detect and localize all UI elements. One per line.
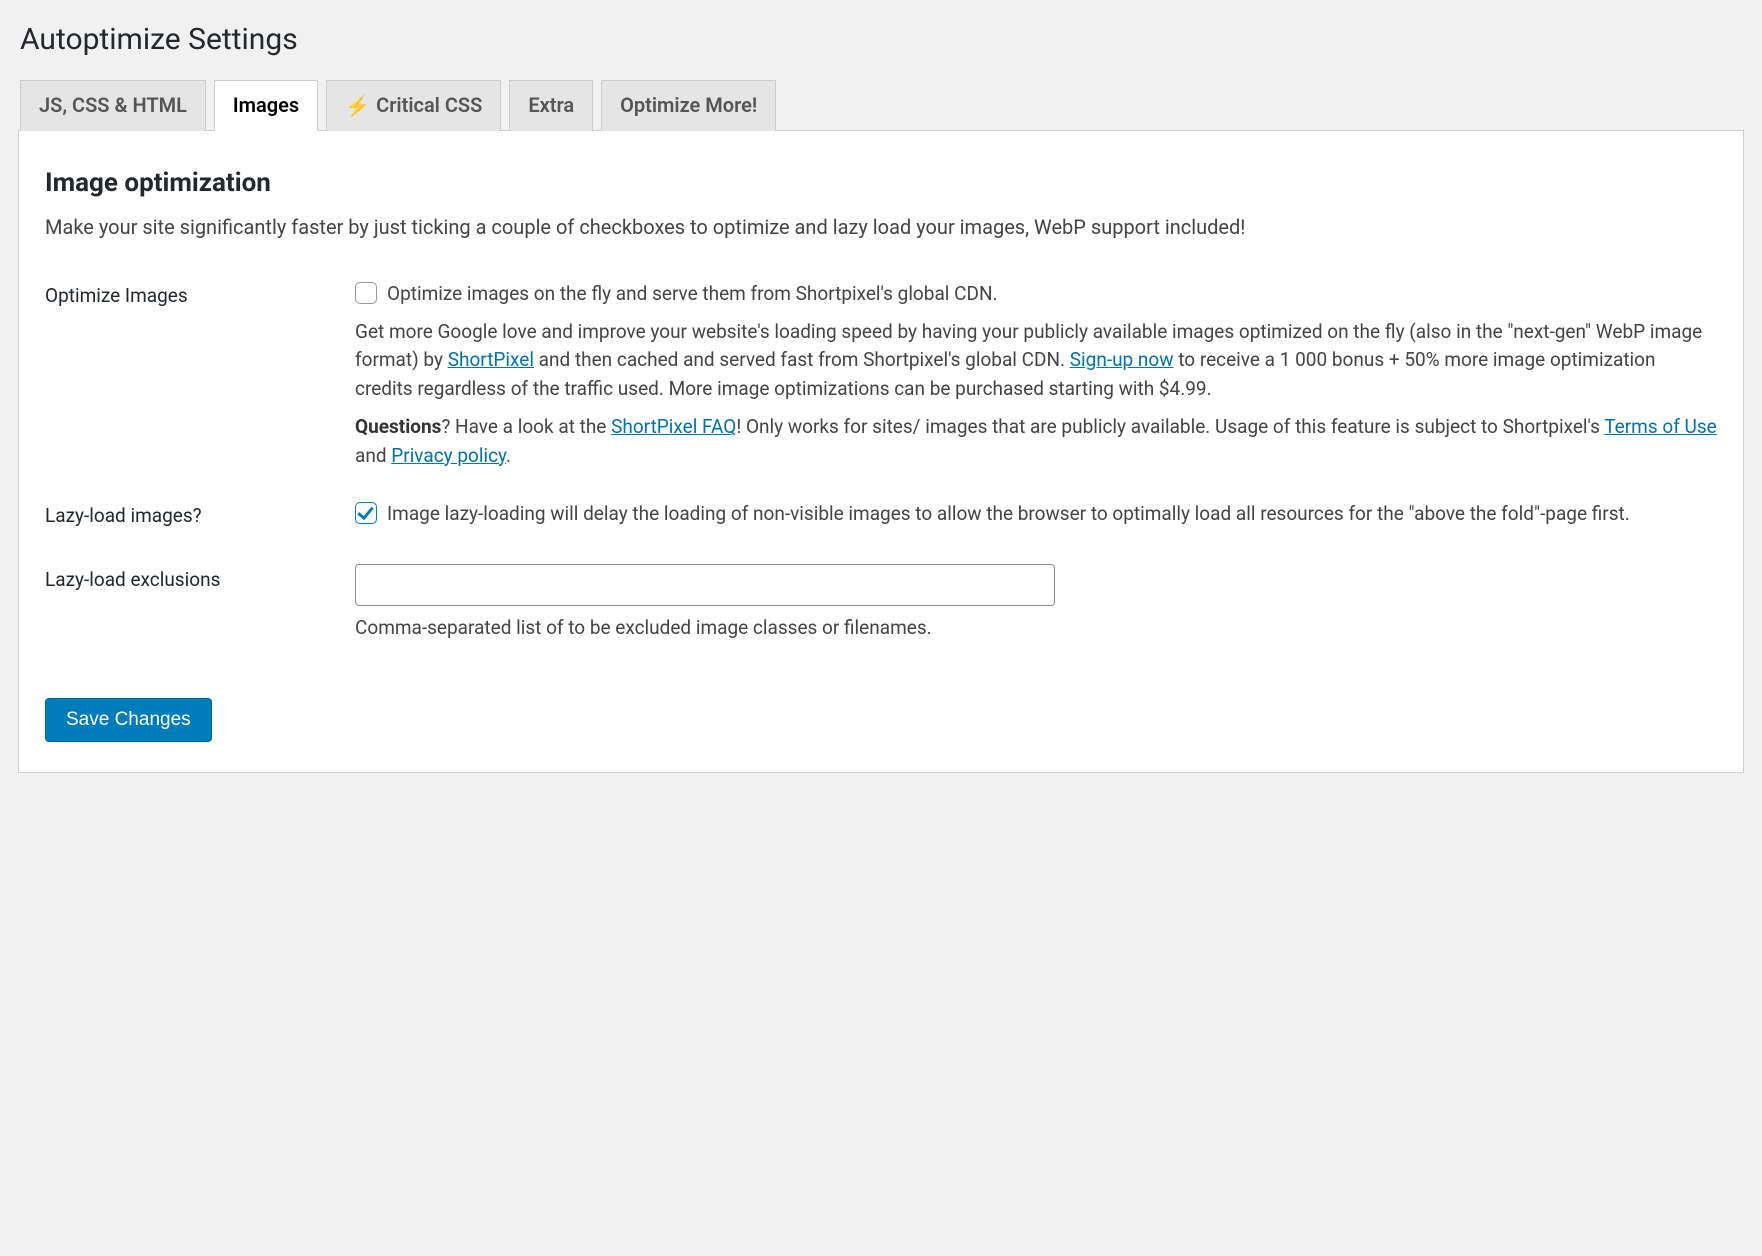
submit-row: Save Changes bbox=[45, 698, 1717, 742]
privacy-link[interactable]: Privacy policy bbox=[391, 444, 506, 467]
optimize-images-help-2: Questions? Have a look at the ShortPixel… bbox=[355, 413, 1717, 470]
row-optimize-images-value: Optimize images on the fly and serve the… bbox=[355, 266, 1717, 486]
lightning-icon: ⚡ bbox=[345, 96, 370, 116]
tab-js-css-html[interactable]: JS, CSS & HTML bbox=[20, 80, 206, 131]
tab-critical-css-label: Critical CSS bbox=[376, 91, 482, 120]
tab-critical-css[interactable]: ⚡ Critical CSS bbox=[326, 80, 501, 131]
tab-optimize-more[interactable]: Optimize More! bbox=[601, 80, 776, 131]
row-lazy-excl-value: Comma-separated list of to be excluded i… bbox=[355, 550, 1717, 659]
optimize-images-checkbox[interactable] bbox=[355, 282, 377, 304]
form-table: Optimize Images Optimize images on the f… bbox=[45, 266, 1717, 658]
nav-tabs: JS, CSS & HTML Images ⚡ Critical CSS Ext… bbox=[20, 80, 1744, 131]
section-description: Make your site significantly faster by j… bbox=[45, 212, 1717, 242]
terms-link[interactable]: Terms of Use bbox=[1604, 415, 1716, 438]
row-lazy-load-value: Image lazy-loading will delay the loadin… bbox=[355, 486, 1717, 550]
section-heading: Image optimization bbox=[45, 165, 1717, 203]
lazy-load-checkbox-label: Image lazy-loading will delay the loadin… bbox=[387, 500, 1717, 528]
settings-panel: Image optimization Make your site signif… bbox=[18, 130, 1744, 774]
save-changes-button[interactable]: Save Changes bbox=[45, 698, 212, 742]
lazy-load-exclusions-input[interactable] bbox=[355, 564, 1055, 606]
tab-images[interactable]: Images bbox=[214, 80, 318, 131]
lazy-excl-help: Comma-separated list of to be excluded i… bbox=[355, 614, 1717, 643]
signup-link[interactable]: Sign-up now bbox=[1070, 348, 1174, 371]
page-title: Autoptimize Settings bbox=[20, 18, 1744, 62]
lazy-load-checkbox[interactable] bbox=[355, 502, 377, 524]
optimize-images-help-1: Get more Google love and improve your we… bbox=[355, 318, 1717, 404]
row-optimize-images-label: Optimize Images bbox=[45, 266, 355, 486]
optimize-images-checkbox-label: Optimize images on the fly and serve the… bbox=[387, 280, 1717, 308]
row-lazy-excl-label: Lazy-load exclusions bbox=[45, 550, 355, 659]
shortpixel-faq-link[interactable]: ShortPixel FAQ bbox=[611, 415, 736, 438]
shortpixel-link[interactable]: ShortPixel bbox=[448, 348, 534, 371]
tab-extra[interactable]: Extra bbox=[509, 80, 593, 131]
row-lazy-load-label: Lazy-load images? bbox=[45, 486, 355, 550]
